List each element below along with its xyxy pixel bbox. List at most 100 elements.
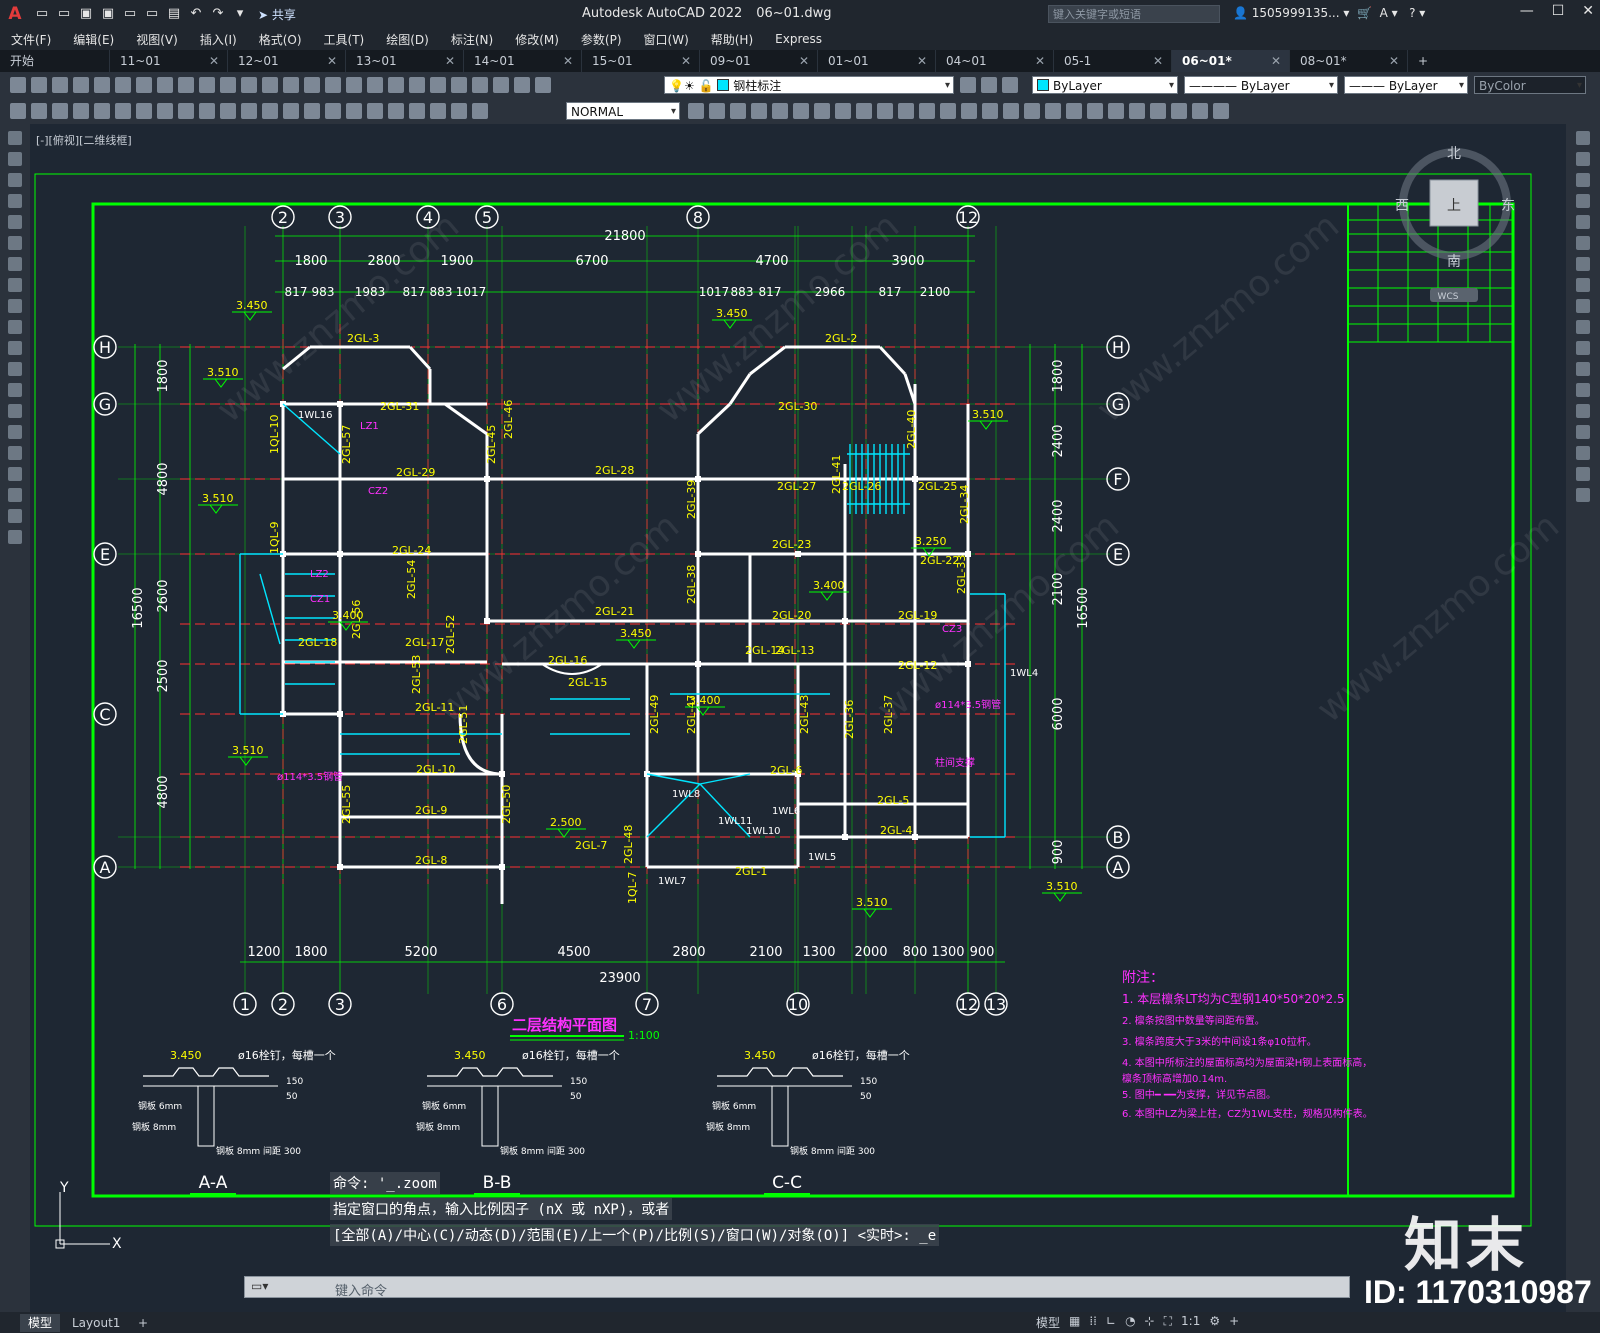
move-icon[interactable] [1576,236,1590,250]
menu-tools[interactable]: 工具(T) [313,31,376,48]
ucs-face-icon[interactable] [1192,103,1208,119]
maximize-icon[interactable]: ☐ [1552,3,1565,19]
tab-file[interactable]: 09~01 ✕ [700,50,818,72]
break-icon[interactable] [1576,383,1590,397]
offset-icon[interactable] [1576,194,1590,208]
publish-icon[interactable] [115,77,131,93]
redo-icon[interactable]: ↷ [210,6,226,22]
stretch-icon[interactable] [1576,299,1590,313]
rotate-icon[interactable] [1576,257,1590,271]
menu-window[interactable]: 窗口(W) [633,31,700,48]
polar-icon[interactable]: ◔ [1125,1314,1135,1331]
rectangle-icon[interactable] [8,215,22,229]
customize-chevron-icon[interactable]: ▾ [232,6,248,22]
viewcube-south[interactable]: 南 [1447,254,1461,270]
iso-view-icon[interactable] [1045,103,1061,119]
construction-line-icon[interactable] [8,152,22,166]
spline-icon[interactable] [8,299,22,313]
text-icon[interactable] [10,103,26,119]
dim-style-icon[interactable] [688,103,704,119]
polygon-icon[interactable] [8,194,22,208]
shade-icon[interactable] [856,103,872,119]
menu-format[interactable]: 格式(O) [248,31,313,48]
share-button[interactable]: ➤ 共享 [258,6,296,23]
save-as-icon[interactable]: ▣ [100,6,116,22]
layer-properties-icon[interactable] [535,77,551,93]
blend-icon[interactable] [1576,467,1590,481]
web-save-icon[interactable]: ▭ [144,6,160,22]
jogged-linear-icon[interactable] [409,103,425,119]
undo-icon[interactable]: ↶ [188,6,204,22]
view-right-icon[interactable] [982,103,998,119]
point-icon[interactable] [8,404,22,418]
help-icon[interactable] [514,77,530,93]
linear-dim-icon[interactable] [73,103,89,119]
close-icon[interactable]: ✕ [917,50,927,72]
tab-file[interactable]: 05-1 ✕ [1054,50,1172,72]
snap-icon[interactable]: ⁞⁞ [1089,1314,1097,1331]
subtract-icon[interactable] [793,103,809,119]
close-icon[interactable]: ✕ [1271,50,1281,72]
zoom-icon[interactable] [325,77,341,93]
ordinate-dim-icon[interactable] [136,103,152,119]
menu-parameter[interactable]: 参数(P) [570,31,633,48]
menu-file[interactable]: 文件(F) [0,31,62,48]
dim-break-icon[interactable] [325,103,341,119]
block-icon[interactable] [241,77,257,93]
extend-icon[interactable] [1576,341,1590,355]
layer-match-icon[interactable] [1002,77,1018,93]
break-at-point-icon[interactable] [1576,362,1590,376]
jogged-dim-icon[interactable] [178,103,194,119]
extrude-icon[interactable] [751,103,767,119]
new-icon[interactable] [10,77,26,93]
dim-update-icon[interactable] [472,103,488,119]
center-mark-icon[interactable] [367,103,383,119]
aligned-dim-icon[interactable] [94,103,110,119]
annotation-icon[interactable]: ⛶ [1164,1314,1172,1331]
open-icon[interactable] [31,77,47,93]
visual-style-icon[interactable] [1066,103,1082,119]
redo-icon[interactable] [283,77,299,93]
ortho-icon[interactable]: ∟ [1106,1314,1116,1331]
baseline-dim-icon[interactable] [262,103,278,119]
add-selected-icon[interactable] [8,530,22,544]
open-icon[interactable]: ▭ [56,6,72,22]
make-current-icon[interactable] [981,77,997,93]
minimize-icon[interactable]: — [1520,3,1534,19]
tab-file[interactable]: 12~01 ✕ [228,50,346,72]
undo-icon[interactable] [262,77,278,93]
preview-icon[interactable] [94,77,110,93]
layout-tab-layout1[interactable]: Layout1 [64,1314,128,1332]
close-icon[interactable]: ✕ [327,50,337,72]
menu-view[interactable]: 视图(V) [125,31,189,48]
viewcube-north[interactable]: 北 [1447,146,1461,162]
hatch-icon[interactable] [8,425,22,439]
inspection-icon[interactable] [388,103,404,119]
ucs-icon[interactable] [1129,103,1145,119]
menu-insert[interactable]: 插入(I) [189,31,248,48]
scale-icon[interactable] [1576,278,1590,292]
close-icon[interactable]: ✕ [445,50,455,72]
tab-file[interactable]: 15~01 ✕ [582,50,700,72]
arc-dim-icon[interactable] [115,103,131,119]
viewcube-west[interactable]: 西 [1395,198,1409,214]
3d-print-icon[interactable] [136,77,152,93]
dim-space-icon[interactable] [304,103,320,119]
design-center-icon[interactable] [409,77,425,93]
layer-dropdown[interactable]: 💡☀ 🔓 钢柱标注 [664,76,954,95]
ellipse-icon[interactable] [8,320,22,334]
grid-icon[interactable]: ▦ [1069,1314,1080,1331]
mtext-icon[interactable] [31,103,47,119]
tab-file[interactable]: 01~01 ✕ [818,50,936,72]
realistic-icon[interactable] [1087,103,1103,119]
zoom-window-icon[interactable] [346,77,362,93]
viewcube-wcs[interactable]: WCS [1438,292,1459,302]
viewcube[interactable]: 上 北 南 西 东 WCS [1395,146,1515,302]
tab-file[interactable]: 08~01* ✕ [1290,50,1408,72]
menu-express[interactable]: Express [764,32,833,46]
make-block-icon[interactable] [8,383,22,397]
match-icon[interactable] [220,77,236,93]
cut-icon[interactable] [157,77,173,93]
copy-icon[interactable] [178,77,194,93]
intersect-icon[interactable] [814,103,830,119]
